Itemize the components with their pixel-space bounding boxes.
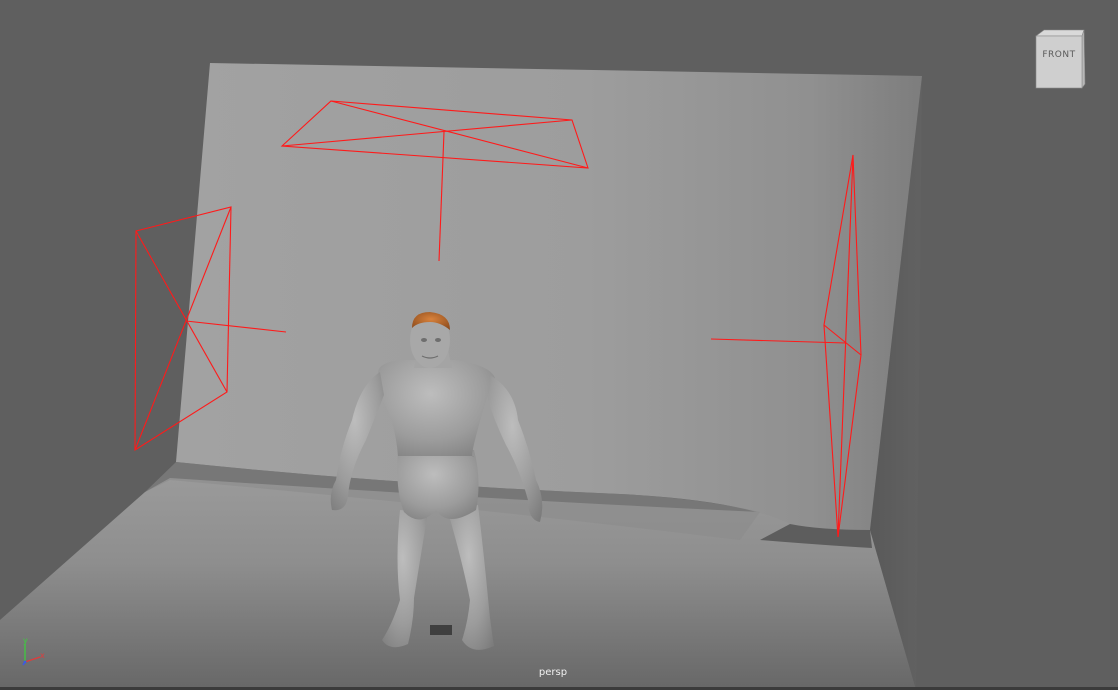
axis-gizmo-lines [22, 644, 41, 666]
right-eye [435, 338, 441, 342]
axis-y-label: y [23, 636, 28, 645]
axis-gizmo: y x [14, 632, 54, 668]
backdrop-wall [176, 63, 922, 530]
camera-name-label: persp [538, 667, 568, 678]
viewcube[interactable]: FRONT [1032, 28, 1086, 90]
left-eye [421, 338, 427, 342]
viewcube-face-label[interactable]: FRONT [1036, 50, 1082, 60]
axis-x-label: x [40, 651, 45, 660]
3d-viewport[interactable]: FRONT y x persp [0, 0, 1118, 690]
floor-marker [430, 625, 452, 635]
scene-canvas[interactable] [0, 0, 1118, 690]
hips [397, 450, 479, 520]
